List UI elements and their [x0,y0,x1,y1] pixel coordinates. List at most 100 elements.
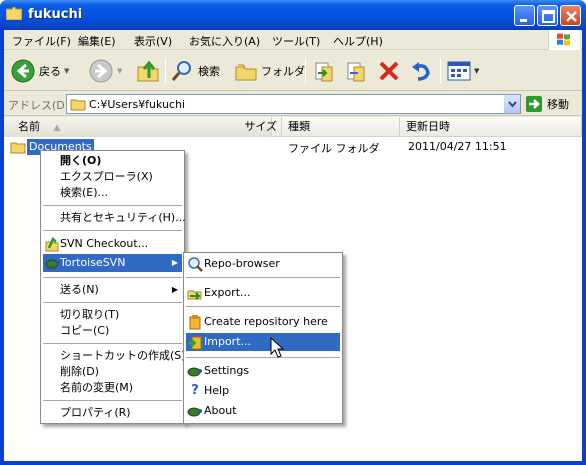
search-button[interactable]: 検索 [171,57,220,85]
menu-view[interactable]: 表示(V) [134,33,172,49]
copy-to-button[interactable] [346,57,368,85]
search-label: 検索 [198,65,220,78]
toolbar-separator [165,58,166,84]
tortoisesvn-submenu: Repo-browser Export... Create repository… [183,252,343,424]
menu-item-search-label: 検索(E)... [60,186,109,199]
menu-favorites[interactable]: お気に入り(A) [189,33,260,49]
menu-separator [43,302,182,303]
menu-item-settings-label: Settings [204,364,250,377]
tortoise-icon [45,259,60,270]
move-to-button[interactable] [314,57,336,85]
menu-item-explorer-label: エクスプローラ(X) [60,170,153,183]
export-icon [187,290,202,300]
menu-item-svn-checkout-label: SVN Checkout... [60,237,149,250]
views-button[interactable]: ▼ [447,57,479,85]
column-name-label: 名前 [18,120,40,133]
folders-label: フォルダ [261,65,305,78]
menu-item-export[interactable]: Export... [186,284,340,302]
menu-item-create-repository-label: Create repository here [204,315,328,328]
undo-icon [412,62,430,81]
close-button[interactable] [560,5,581,26]
maximize-icon [542,10,555,23]
menu-item-copy-label: コピー(C) [60,324,110,337]
folder-icon [6,7,22,20]
search-icon [171,61,191,81]
column-header-type[interactable]: 種類 [282,117,400,137]
menu-item-sharing[interactable]: 共有とセキュリティ(H)... [43,209,186,227]
file-date: 2011/04/27 11:51 [408,140,507,153]
toolbar: 戻る ▼ ▼ 検索 フォルダ ▼ [4,51,582,91]
menu-item-create-shortcut-label: ショートカットの作成(S) [60,349,186,362]
title-bar[interactable]: fukuchi [0,0,586,30]
menu-item-create-repository[interactable]: Create repository here [186,313,340,331]
menu-item-delete-label: 削除(D) [60,365,100,378]
settings-icon [187,367,202,377]
create-repository-icon [189,315,201,330]
go-button[interactable]: 移動 [525,95,569,113]
menu-item-repo-browser[interactable]: Repo-browser [186,255,340,273]
column-type-label: 種類 [288,120,310,133]
menu-item-import[interactable]: Import... [186,333,340,351]
menu-help[interactable]: ヘルプ(H) [333,33,383,49]
menu-item-export-label: Export... [204,286,251,299]
menu-item-tortoisesvn-label: TortoiseSVN [60,256,126,269]
chevron-down-icon [508,101,517,108]
up-folder-button[interactable] [136,57,160,85]
menu-item-about-label: About [204,404,237,417]
menu-item-copy[interactable]: コピー(C) [43,322,182,340]
file-type: ファイル フォルダ [288,142,380,155]
minimize-button[interactable] [514,5,535,26]
context-menu: 開く(O) エクスプローラ(X) 検索(E)... 共有とセキュリティ(H)..… [40,150,186,424]
menu-item-send-to-label: 送る(N) [60,283,99,296]
address-bar: アドレス(D) C:¥Users¥fukuchi 移動 [4,92,582,116]
address-path: C:¥Users¥fukuchi [89,98,186,111]
menu-item-help-label: Help [204,384,230,397]
menu-item-tortoisesvn[interactable]: TortoiseSVN ▶ [43,254,182,272]
folder-icon [10,142,26,154]
window-title: fukuchi [28,7,83,22]
close-icon [566,11,577,22]
chevron-down-icon[interactable]: ▼ [474,67,479,75]
column-header-row: 名前 ▲ サイズ 種類 更新日時 [4,117,582,137]
forward-arrow-icon [89,59,113,83]
minimize-icon [520,19,527,22]
mouse-pointer-icon [270,337,284,358]
menu-item-rename-label: 名前の変更(M) [60,381,134,394]
menu-file[interactable]: ファイル(F) [12,33,71,49]
delete-button[interactable] [378,57,400,85]
menu-item-send-to[interactable]: 送る(N) ▶ [43,281,182,299]
column-header-name[interactable]: 名前 ▲ [4,117,272,137]
menu-item-about[interactable]: About [186,402,340,420]
menu-item-search[interactable]: 検索(E)... [43,184,182,202]
address-input[interactable]: C:¥Users¥fukuchi [66,94,521,114]
menu-item-help[interactable]: ? Help [186,382,340,400]
menu-item-properties[interactable]: プロパティ(R) [43,404,182,422]
address-dropdown-button[interactable] [503,95,520,113]
back-button[interactable]: 戻る ▼ [10,57,69,85]
menu-item-settings[interactable]: Settings [186,362,340,380]
maximize-button[interactable] [537,5,558,26]
svn-checkout-icon [45,236,59,252]
undo-button[interactable] [410,57,432,85]
about-icon [187,407,202,417]
menu-separator [43,343,182,344]
menu-separator [43,400,182,401]
menu-separator [43,205,182,206]
column-header-size[interactable]: サイズ [244,117,282,137]
chevron-down-icon[interactable]: ▼ [64,67,69,75]
import-icon [188,336,202,350]
chevron-down-icon[interactable]: ▼ [117,67,122,75]
forward-button[interactable]: ▼ [88,57,122,85]
menu-item-svn-checkout[interactable]: SVN Checkout... [43,235,182,253]
menu-item-rename[interactable]: 名前の変更(M) [43,379,182,397]
up-folder-icon [137,60,159,82]
menu-bar: ファイル(F) 編集(E) 表示(V) お気に入り(A) ツール(T) ヘルプ(… [4,30,582,50]
menu-item-sharing-label: 共有とセキュリティ(H)... [60,211,186,224]
menu-tools[interactable]: ツール(T) [272,33,320,49]
windows-logo-icon [548,30,580,50]
delete-icon [379,61,399,81]
column-header-date[interactable]: 更新日時 [400,117,582,137]
menu-edit[interactable]: 編集(E) [78,33,116,49]
folders-button[interactable]: フォルダ [234,57,305,85]
folders-icon [235,64,257,81]
